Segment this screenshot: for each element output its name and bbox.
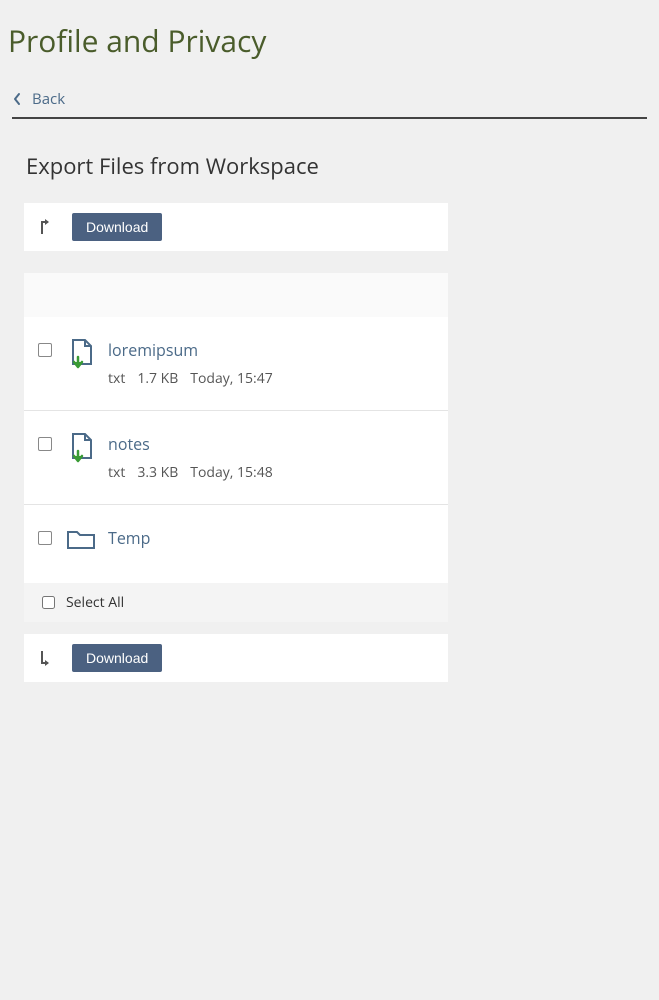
select-all-label: Select All: [66, 593, 124, 612]
folder-icon: [66, 527, 96, 551]
file-download-icon: [66, 339, 96, 369]
back-label: Back: [32, 89, 65, 109]
folder-name[interactable]: Temp: [108, 527, 150, 549]
file-ext: txt: [108, 369, 125, 388]
row-checkbox[interactable]: [38, 437, 52, 451]
download-button[interactable]: Download: [72, 644, 162, 672]
file-download-icon: [66, 433, 96, 463]
section-title: Export Files from Workspace: [26, 151, 659, 181]
page-title: Profile and Privacy: [0, 0, 659, 69]
file-size: 1.7 KB: [137, 369, 178, 388]
back-link[interactable]: Back: [12, 89, 647, 119]
row-checkbox[interactable]: [38, 343, 52, 357]
file-name[interactable]: loremipsum: [108, 339, 273, 361]
file-ext: txt: [108, 463, 125, 482]
row-checkbox[interactable]: [38, 531, 52, 545]
file-list: loremipsum txt 1.7 KB Today, 15:47 notes…: [24, 317, 448, 583]
top-toolbar: Download: [24, 203, 448, 251]
chevron-left-icon: [12, 92, 22, 106]
folder-row: Temp: [24, 505, 448, 583]
list-header: [24, 273, 448, 317]
file-row: notes txt 3.3 KB Today, 15:48: [24, 411, 448, 505]
file-modified: Today, 15:47: [190, 369, 272, 388]
file-modified: Today, 15:48: [190, 463, 272, 482]
arrow-down-right-icon: [38, 649, 54, 667]
file-name[interactable]: notes: [108, 433, 273, 455]
file-size: 3.3 KB: [137, 463, 178, 482]
bottom-toolbar: Download: [24, 634, 448, 682]
select-all-checkbox[interactable]: [42, 596, 55, 609]
arrow-up-right-icon: [38, 218, 54, 236]
download-button[interactable]: Download: [72, 213, 162, 241]
select-all-bar: Select All: [24, 583, 448, 622]
file-row: loremipsum txt 1.7 KB Today, 15:47: [24, 317, 448, 411]
